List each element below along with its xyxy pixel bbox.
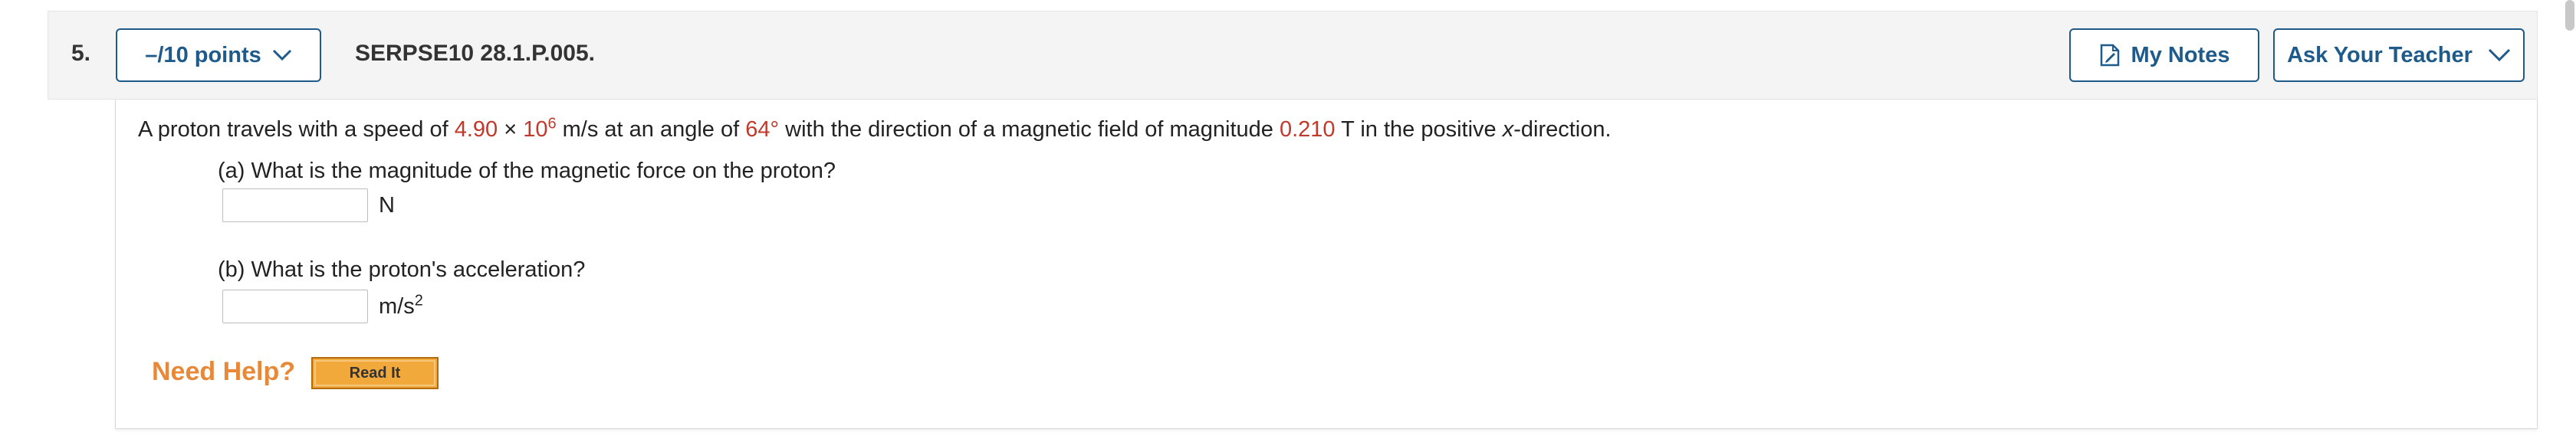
part-a-unit: N: [379, 193, 395, 218]
notes-icon: [2099, 44, 2121, 67]
statement-text: -direction.: [1513, 117, 1612, 142]
speed-value: 4.90: [454, 117, 498, 142]
angle-value: 64°: [745, 117, 780, 142]
part-b-answer-input[interactable]: [222, 290, 368, 323]
part-b-unit-exponent: 2: [414, 292, 423, 310]
statement-text: with the direction of a magnetic field o…: [779, 117, 1280, 142]
chevron-down-icon: [2488, 48, 2511, 62]
speed-base: 10: [523, 117, 548, 142]
need-help-label: Need Help?: [152, 357, 296, 386]
points-label: –/10 points: [145, 42, 261, 67]
part-b-prompt: (b) What is the proton's acceleration?: [218, 257, 586, 282]
axis-variable: x: [1502, 117, 1514, 142]
field-value: 0.210: [1279, 117, 1336, 142]
read-it-button[interactable]: Read It: [311, 357, 439, 389]
problem-statement: A proton travels with a speed of 4.90 × …: [138, 115, 1612, 143]
speed-exponent: 6: [547, 115, 557, 133]
times-sign: ×: [498, 117, 524, 142]
question-header: 5. –/10 points SERPSE10 28.1.P.005. My N…: [48, 11, 2538, 100]
ask-your-teacher-button[interactable]: Ask Your Teacher: [2273, 28, 2525, 82]
part-a-prompt: (a) What is the magnitude of the magneti…: [218, 159, 836, 183]
question-id: SERPSE10 28.1.P.005.: [355, 41, 596, 66]
points-dropdown-button[interactable]: –/10 points: [116, 28, 321, 82]
part-a-answer-input[interactable]: [222, 188, 368, 222]
part-b-unit-base: m/s: [379, 294, 415, 319]
part-b-unit: m/s2: [379, 292, 423, 319]
ask-your-teacher-label: Ask Your Teacher: [2287, 42, 2472, 67]
chevron-down-icon: [272, 49, 292, 61]
page-scrollbar[interactable]: [2565, 0, 2574, 31]
statement-text: T in the positive: [1335, 117, 1503, 142]
my-notes-label: My Notes: [2131, 42, 2230, 67]
statement-text: m/s at an angle of: [556, 117, 746, 142]
question-number: 5.: [71, 41, 91, 66]
statement-text: A proton travels with a speed of: [138, 117, 455, 142]
my-notes-button[interactable]: My Notes: [2069, 28, 2259, 82]
